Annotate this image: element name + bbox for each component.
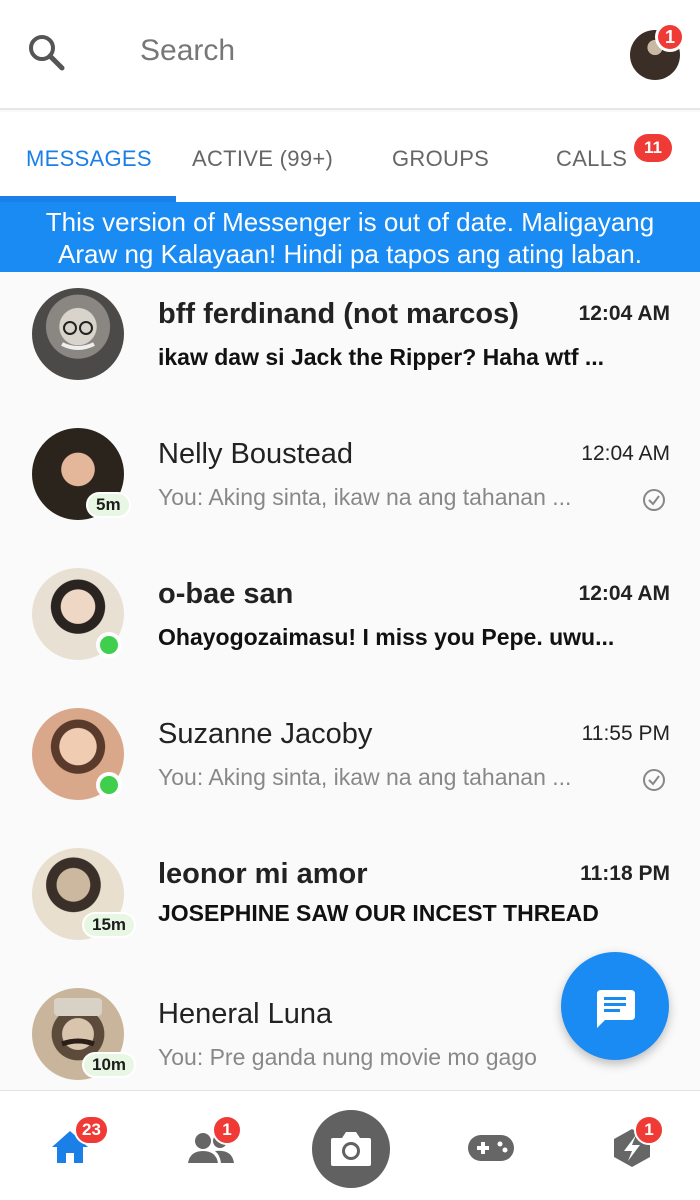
- conversation-name: o-bae san: [158, 578, 294, 610]
- active-time-badge: 5m: [86, 492, 131, 518]
- seen-check-icon: [643, 489, 665, 511]
- search-icon[interactable]: [26, 32, 66, 72]
- tab-groups[interactable]: GROUPS: [392, 146, 489, 172]
- conversation-time: 12:04 AM: [578, 302, 670, 325]
- banner-line-2: Araw ng Kalayaan! Hindi pa tapos ang ati…: [58, 239, 642, 269]
- conversation-time: 11:18 PM: [580, 862, 670, 885]
- banner-line-1: This version of Messenger is out of date…: [45, 207, 655, 237]
- update-banner[interactable]: This version of Messenger is out of date…: [0, 202, 700, 272]
- avatar: [32, 288, 124, 380]
- conversation-row[interactable]: Suzanne Jacoby 11:55 PM You: Aking sinta…: [0, 692, 700, 832]
- camera-button[interactable]: [312, 1110, 390, 1188]
- conversation-row[interactable]: bff ferdinand (not marcos) 12:04 AM ikaw…: [0, 272, 700, 412]
- nav-games[interactable]: [460, 1091, 540, 1200]
- conversation-row[interactable]: 5m Nelly Boustead 12:04 AM You: Aking si…: [0, 412, 700, 552]
- conversation-name: Nelly Boustead: [158, 438, 354, 470]
- conversation-preview: ikaw daw si Jack the Ripper? Haha wtf ..…: [158, 344, 605, 370]
- conversation-name: leonor mi amor: [158, 858, 368, 890]
- conversation-name: bff ferdinand (not marcos): [158, 298, 519, 330]
- online-indicator: [96, 772, 122, 798]
- compose-button[interactable]: [561, 952, 669, 1060]
- game-controller-icon: [468, 1135, 514, 1161]
- online-indicator: [96, 632, 122, 658]
- conversation-preview: Ohayogozaimasu! I miss you Pepe. uwu...: [158, 624, 615, 650]
- seen-check-icon: [643, 769, 665, 791]
- tab-messages[interactable]: MESSAGES: [26, 146, 152, 172]
- conversation-time: 12:04 AM: [581, 442, 670, 465]
- camera-icon: [331, 1132, 371, 1166]
- active-time-badge: 15m: [82, 912, 137, 938]
- conversation-name: Suzanne Jacoby: [158, 718, 373, 750]
- search-input[interactable]: Search: [140, 34, 235, 68]
- active-time-badge: 10m: [82, 1052, 137, 1078]
- nav-discover[interactable]: 1: [600, 1091, 680, 1200]
- conversation-preview: You: Aking sinta, ikaw na ang tahanan ..…: [158, 764, 572, 790]
- conversation-time: 11:55 PM: [581, 722, 670, 745]
- conversation-preview: You: Aking sinta, ikaw na ang tahanan ..…: [158, 484, 572, 510]
- calls-badge: 11: [634, 134, 672, 162]
- discover-badge: 1: [634, 1115, 664, 1145]
- people-badge: 1: [212, 1115, 242, 1145]
- conversation-row[interactable]: 15m leonor mi amor 11:18 PM JOSEPHINE SA…: [0, 832, 700, 972]
- conversation-time: 12:04 AM: [578, 582, 670, 605]
- conversation-name: Heneral Luna: [158, 998, 333, 1030]
- profile-badge: 1: [655, 22, 685, 52]
- message-bubble-icon: [597, 990, 635, 1028]
- conversation-row[interactable]: o-bae san 12:04 AM Ohayogozaimasu! I mis…: [0, 552, 700, 692]
- conversation-preview: You: Pre ganda nung movie mo gago: [158, 1044, 537, 1070]
- home-badge: 23: [74, 1115, 109, 1145]
- nav-home[interactable]: 23: [40, 1091, 120, 1200]
- top-bar: Search 1: [0, 0, 700, 110]
- tab-bar: MESSAGES ACTIVE (99+) GROUPS CALLS 11: [0, 112, 700, 202]
- conversation-preview: JOSEPHINE SAW OUR INCEST THREAD: [158, 900, 599, 926]
- tab-calls[interactable]: CALLS: [556, 146, 627, 172]
- nav-people[interactable]: 1: [180, 1091, 260, 1200]
- tab-active[interactable]: ACTIVE (99+): [192, 146, 333, 172]
